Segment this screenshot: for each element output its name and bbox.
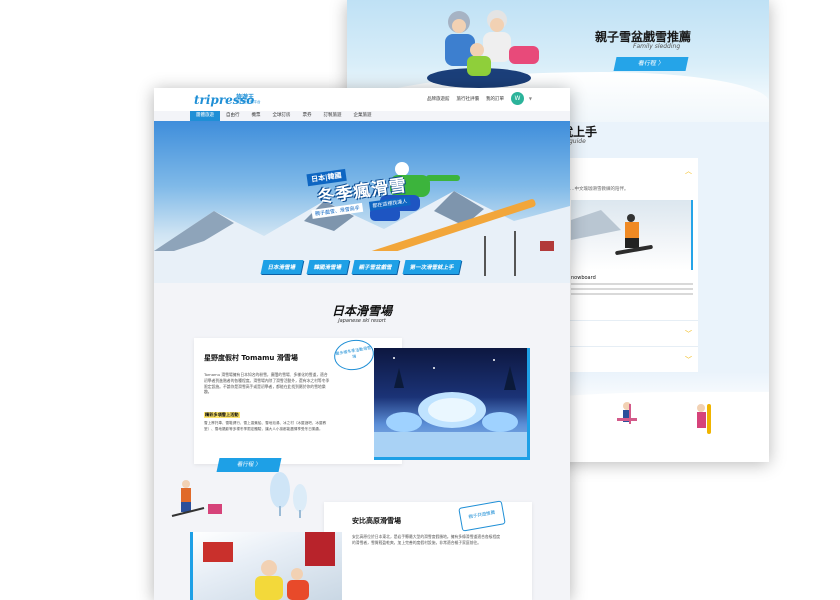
back-snowboard-title: nowboard	[571, 275, 596, 281]
header-link-reviews[interactable]: 旅行社評價	[457, 96, 480, 102]
tree-illustration	[270, 472, 307, 518]
nav-item-corporate[interactable]: 企業旅遊	[348, 111, 378, 121]
nav-item-tickets[interactable]: 票券	[297, 111, 318, 121]
site-header: tripresso 旅遊王 旅行社比價平台 品牌旅遊館 旅行社評價 我的訂單 W…	[154, 88, 570, 111]
nav-item-group-tours[interactable]: 團體旅遊	[190, 111, 220, 121]
section-title: 日本滑雪場	[331, 304, 392, 318]
chevron-down-icon: ﹀	[685, 356, 692, 364]
back-section-subtitle: guide	[569, 138, 586, 145]
back-snowboard-text	[571, 283, 693, 298]
sledding-family-image	[427, 10, 539, 88]
activity-list: 雪上摩托車、雪鞋健行、雪上香蕉船、雪地泡湯、冰之村（冰屋酒吧、冰屋教堂）、雪地攝…	[204, 421, 327, 431]
skier-illustration	[171, 480, 222, 517]
section-subtitle: Japanese ski resort	[338, 318, 386, 324]
chip-japan-resorts[interactable]: 日本滑雪場	[260, 260, 304, 274]
resort2-title: 安比高原滑雪場	[352, 517, 401, 525]
header-links: 品牌旅遊館 旅行社評價 我的訂單	[427, 96, 504, 102]
mockup-stage: 親子雪盆戲雪推薦 Family sledding 看行程 〉 就上手 guide…	[0, 0, 840, 600]
ice-village-illustration	[374, 357, 527, 457]
kids-skiing-photo	[190, 532, 342, 600]
back-hero-subtitle: Family sledding	[633, 43, 681, 50]
back-view-itinerary-button[interactable]: 看行程 〉	[613, 57, 689, 71]
header-link-orders[interactable]: 我的訂單	[486, 96, 504, 102]
snowboard-image	[571, 200, 693, 270]
nav-item-free-travel[interactable]: 自由行	[220, 111, 246, 121]
chevron-down-icon[interactable]: ▼	[529, 96, 532, 101]
user-avatar[interactable]: W	[511, 92, 524, 105]
nav-item-hotels[interactable]: 全球訂房	[267, 111, 297, 121]
chip-korea-resorts[interactable]: 韓國滑雪場	[306, 260, 349, 274]
hero-banner: 日本|韓國 冬季瘋滑雪 親子戲雪、滑雪高手 都在這裡找達人	[154, 121, 570, 283]
ice-village-photo	[374, 348, 530, 460]
snowboarder-illustration	[571, 210, 653, 255]
chip-family-sledding[interactable]: 親子雪盆戲雪	[351, 260, 400, 274]
family-skiing-illustration	[617, 402, 711, 434]
header-link-brand[interactable]: 品牌旅遊館	[427, 96, 450, 102]
front-page-preview: tripresso 旅遊王 旅行社比價平台 品牌旅遊館 旅行社評價 我的訂單 W…	[154, 88, 570, 600]
kids-skiing-illustration	[203, 532, 335, 600]
chip-first-timer[interactable]: 第一次滑雪就上手	[402, 260, 462, 274]
back-accordion-row[interactable]: ﹀	[563, 346, 698, 372]
resort-title: 星野度假村 Tomamu 滑雪場	[204, 354, 298, 362]
nav-item-custom-tours[interactable]: 訂製旅遊	[318, 111, 348, 121]
back-card-text: …中文瑜珈滑雪教練的陪伴。	[570, 187, 629, 192]
hero-quick-links: 日本滑雪場 韓國滑雪場 親子雪盆戲雪 第一次滑雪就上手	[260, 260, 462, 274]
main-nav: 團體旅遊 自由行 機票 全球訂房 票券 訂製旅遊 企業旅遊	[190, 111, 378, 121]
resort2-description: 安比高原位於日本東北，是岩手縣最大型的滑雪度假勝地。擁有多條滑雪道適合各級程度的…	[352, 534, 501, 545]
chevron-down-icon: ﹀	[685, 330, 692, 338]
activity-label: 精彩多項雪上活動	[204, 412, 240, 418]
back-accordion-row[interactable]: ﹀	[563, 320, 698, 346]
site-logo-tagline: 旅行社比價平台	[236, 100, 261, 104]
chevron-up-icon[interactable]: ︿	[685, 166, 692, 176]
nav-item-flights[interactable]: 機票	[246, 111, 267, 121]
resort-description: Tomamu 滑雪場擁有日本知名的粉雪，廣闊的雪場、多樣化的雪道，適合初學者到進…	[204, 372, 330, 395]
